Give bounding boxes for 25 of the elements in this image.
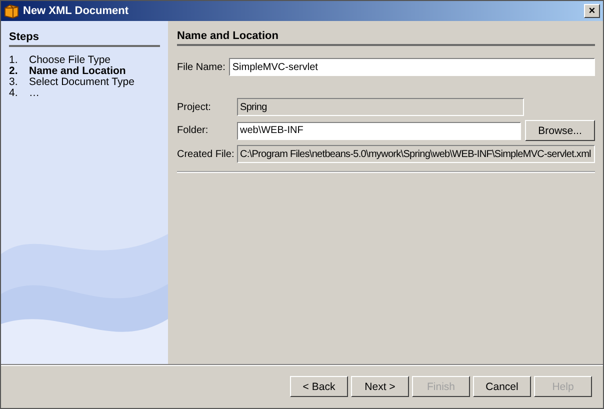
dialog-button[interactable]: < Back: [290, 376, 348, 397]
field-label: Created File:: [177, 148, 233, 160]
input-field[interactable]: web\WEB-INF: [237, 122, 521, 140]
step-label: …: [29, 88, 40, 99]
step-number: 3.: [9, 77, 19, 88]
steps-heading: Steps: [9, 31, 160, 47]
step-label: Choose File Type: [29, 55, 111, 66]
dialog-button[interactable]: Next >: [351, 376, 409, 397]
window-title: New XML Document: [23, 5, 130, 17]
field-label: Folder:: [177, 125, 210, 136]
step-label: Name and Location: [29, 66, 126, 77]
step-number: 2.: [9, 66, 19, 77]
dialog-button[interactable]: Cancel: [473, 376, 531, 397]
input-field[interactable]: Spring: [237, 98, 524, 116]
box-icon: [4, 4, 19, 18]
step-number: 1.: [9, 55, 19, 66]
field-label: Project:: [177, 102, 212, 112]
step-label: Select Document Type: [29, 77, 134, 88]
input-field[interactable]: C:\Program Files\netbeans-5.0\mywork\Spring\web\WEB-INF\SimpleMVC-servlet.xml: [237, 145, 595, 163]
field-label: File Name:: [177, 62, 226, 72]
section-heading: Name and Location: [177, 30, 595, 46]
browse-button[interactable]: Browse...: [525, 120, 595, 141]
step-number: 4.: [9, 88, 19, 99]
close-button[interactable]: ×: [584, 4, 600, 18]
input-field[interactable]: SimpleMVC-servlet: [229, 58, 595, 76]
